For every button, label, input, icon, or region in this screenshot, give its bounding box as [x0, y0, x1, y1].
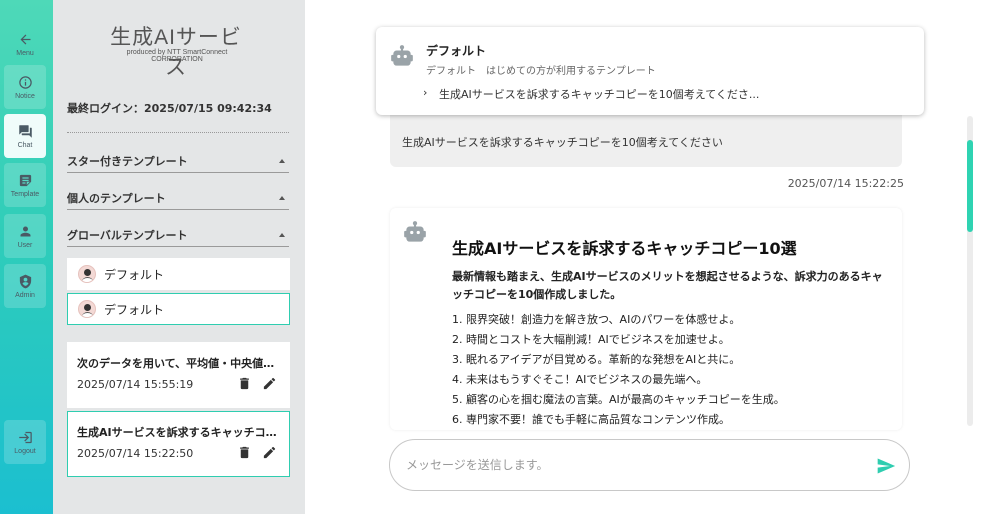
chat-button[interactable]: Chat — [4, 114, 46, 158]
user-button[interactable]: User — [4, 214, 46, 258]
robot-icon — [402, 220, 428, 250]
history-date: 2025/07/14 15:55:19 — [77, 378, 194, 391]
section-label: スター付きテンプレート — [67, 154, 188, 168]
template-name: デフォルト — [426, 44, 487, 58]
chevron-up-icon — [279, 195, 285, 200]
user-message: 生成AIサービスを訴求するキャッチコピーを10個考えてください — [390, 114, 902, 167]
ai-heading: 生成AIサービスを訴求するキャッチコピー10選 — [452, 239, 797, 258]
chat-icon — [18, 124, 32, 138]
history-title: 生成AIサービスを訴求するキャッチコ… — [77, 426, 277, 439]
chevron-up-icon — [279, 158, 285, 163]
section-label: グローバルテンプレート — [67, 228, 188, 242]
chevron-up-icon — [279, 232, 285, 237]
send-icon — [877, 458, 896, 474]
avatar — [78, 265, 96, 283]
template-prompt[interactable]: 生成AIサービスを訴求するキャッチコピーを10個考えてくださ... — [439, 86, 759, 102]
logout-label: Logout — [14, 447, 36, 455]
list-item: 2. 時間とコストを大幅削減！AIでビジネスを加速せよ。 — [452, 333, 730, 346]
trash-icon[interactable] — [237, 376, 252, 391]
history-item[interactable]: 次のデータを用いて、平均値・中央値… 2025/07/14 15:55:19 — [67, 342, 290, 408]
menu-button[interactable]: Menu — [4, 22, 46, 66]
history-item-selected[interactable]: 生成AIサービスを訴求するキャッチコ… 2025/07/14 15:22:50 — [67, 411, 290, 477]
template-description: デフォルト はじめての方が利用するテンプレート — [426, 66, 656, 77]
ai-list: 1. 限界突破！創造力を解き放つ、AIのパワーを体感せよ。 2. 時間とコストを… — [452, 310, 785, 430]
logout-button[interactable]: Logout — [4, 420, 46, 464]
message-input[interactable] — [406, 454, 846, 476]
info-icon — [18, 75, 32, 89]
template-icon — [19, 174, 31, 186]
sidebar: 生成AIサービス produced by NTT SmartConnect CO… — [53, 0, 305, 514]
scroll-thumb[interactable] — [967, 140, 973, 232]
notice-button[interactable]: Notice — [4, 65, 46, 109]
notice-label: Notice — [15, 92, 35, 100]
logout-icon — [18, 431, 32, 443]
user-label: User — [17, 241, 33, 249]
template-label: Template — [10, 190, 40, 198]
section-global-templates[interactable]: グローバルテンプレート — [67, 223, 289, 247]
menu-label: Menu — [16, 49, 34, 57]
list-item: 4. 未来はもうすぐそこ！AIでビジネスの最先端へ。 — [452, 373, 708, 386]
user-message-text: 生成AIサービスを訴求するキャッチコピーを10個考えてください — [402, 136, 723, 149]
admin-shield-icon — [19, 274, 31, 288]
list-item: 5. 顧客の心を掴む魔法の言葉。AIが最高のキャッチコピーを生成。 — [452, 393, 785, 406]
user-message-time: 2025/07/14 15:22:25 — [787, 177, 904, 190]
template-label: デフォルト — [104, 267, 165, 282]
arrow-left-icon — [20, 34, 30, 44]
template-item-selected[interactable]: デフォルト — [67, 293, 290, 325]
divider — [67, 132, 289, 133]
admin-button[interactable]: Admin — [4, 264, 46, 308]
section-starred-templates[interactable]: スター付きテンプレート — [67, 149, 289, 173]
pencil-icon[interactable] — [262, 376, 277, 391]
app-subtitle: produced by NTT SmartConnect CORPORATION — [126, 49, 228, 63]
robot-icon — [389, 44, 415, 74]
scrollbar[interactable] — [967, 116, 973, 426]
ai-message: 生成AIサービスを訴求するキャッチコピー10選 最新情報も踏まえ、生成AIサービ… — [390, 208, 902, 430]
chevron-right-icon: › — [423, 86, 428, 99]
list-item: 1. 限界突破！創造力を解き放つ、AIのパワーを体感せよ。 — [452, 313, 741, 326]
template-button[interactable]: Template — [4, 163, 46, 207]
template-card[interactable]: デフォルト デフォルト はじめての方が利用するテンプレート › 生成AIサービス… — [376, 27, 924, 115]
list-item: 6. 専門家不要！誰でも手軽に高品質なコンテンツ作成。 — [452, 413, 730, 426]
section-personal-templates[interactable]: 個人のテンプレート — [67, 186, 289, 210]
ai-intro: 最新情報も踏まえ、生成AIサービスのメリットを想起させるような、訴求力のあるキャ… — [452, 270, 883, 301]
history-title: 次のデータを用いて、平均値・中央値… — [77, 357, 275, 370]
message-composer — [389, 439, 910, 491]
avatar — [78, 300, 96, 318]
section-label: 個人のテンプレート — [67, 191, 166, 205]
nav-rail: Menu Notice Chat Template User Admin Log… — [0, 0, 53, 514]
user-icon — [20, 226, 30, 236]
template-label: デフォルト — [104, 302, 165, 317]
trash-icon[interactable] — [237, 445, 252, 460]
pencil-icon[interactable] — [262, 445, 277, 460]
send-button[interactable] — [876, 456, 896, 476]
list-item: 3. 眠れるアイデアが目覚める。革新的な発想をAIと共に。 — [452, 353, 741, 366]
history-date: 2025/07/14 15:22:50 — [77, 447, 194, 460]
last-login: 最終ログイン：2025/07/15 09:42:34 — [67, 102, 272, 115]
admin-label: Admin — [15, 291, 35, 299]
chat-label: Chat — [17, 141, 33, 149]
template-item[interactable]: デフォルト — [67, 258, 290, 290]
